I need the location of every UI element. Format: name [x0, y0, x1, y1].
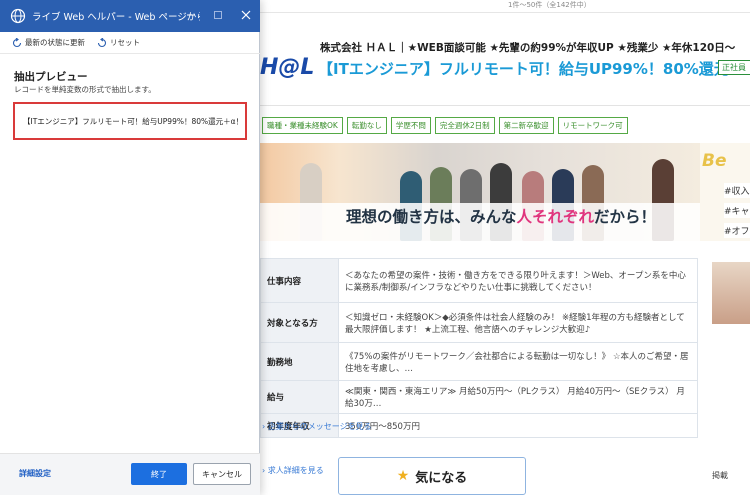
minimize-icon	[187, 14, 195, 16]
advanced-settings-link[interactable]: 詳細設定	[19, 468, 51, 479]
detail-value: 《75%の案件がリモートワーク／会社都合による転勤は一切なし！》 ☆本人のご希望…	[338, 342, 698, 381]
side-banner-word: Be	[702, 151, 727, 171]
job-tag: 学歴不問	[390, 117, 431, 134]
employment-badge: 正社員	[718, 60, 750, 75]
right-bottom-text: 掲載	[712, 471, 728, 480]
dialog-titlebar[interactable]: ライブ Web ヘルパー - Web ページからデータを...	[0, 0, 260, 32]
finish-button[interactable]: 終了	[131, 463, 187, 485]
refresh-icon	[12, 37, 22, 47]
table-row: 対象となる方 ＜知識ゼロ・未経験OK＞◆必須条件は社会人経験のみ！ ※経験1年程…	[260, 302, 698, 343]
minimize-button[interactable]	[184, 8, 198, 22]
job-tag: 転勤なし	[346, 117, 387, 134]
detail-label: 仕事内容	[260, 258, 339, 303]
extraction-preview-box[interactable]: 【ITエンジニア】フルリモート可！給与UP99%！80%還元＋α！	[13, 102, 247, 140]
dialog-title: ライブ Web ヘルパー - Web ページからデータを...	[32, 12, 200, 23]
detail-value: 350万円～850万円	[338, 413, 698, 438]
favorite-label: 気になる	[415, 470, 468, 486]
detail-value: ＜あなたの希望の案件・技術・働き方をできる限り叶えます！＞Web、オープン系を中…	[338, 258, 698, 303]
dialog-footer: 詳細設定 終了 キャンセル	[0, 453, 260, 495]
extracted-value: 【ITエンジニア】フルリモート可！給与UP99%！80%還元＋α！	[23, 117, 244, 126]
table-row: 勤務地 《75%の案件がリモートワーク／会社都合による転勤は一切なし！》 ☆本人…	[260, 342, 698, 381]
detail-value: ＜知識ゼロ・未経験OK＞◆必須条件は社会人経験のみ！ ※経験1年程の方も経験者と…	[338, 302, 698, 343]
top-divider	[260, 12, 750, 13]
refresh-button[interactable]: 最新の状態に更新	[8, 37, 89, 48]
side-thumbnail[interactable]	[712, 262, 750, 324]
job-tag: 第二新卒歓迎	[498, 117, 554, 134]
company-message-link[interactable]: › 企業からのメッセージを見る	[262, 421, 372, 432]
maximize-button[interactable]	[211, 8, 225, 22]
side-banner-item: #オフ	[724, 223, 750, 238]
favorite-button[interactable]: ★ 気になる	[338, 457, 526, 495]
job-tag: 完全週休2日制	[434, 117, 495, 134]
cancel-button[interactable]: キャンセル	[193, 463, 251, 485]
company-line[interactable]: 株式会社 ＨＡＬ｜★WEB面談可能 ★先輩の約99%が年収UP ★残業少 ★年休…	[320, 40, 735, 55]
banner-image[interactable]: 理想の働き方は、みんな人それぞれだから！	[260, 143, 700, 241]
company-logo: H@L	[260, 55, 315, 80]
job-detail-link[interactable]: › 求人詳細を見る	[262, 465, 324, 476]
reset-icon	[97, 37, 107, 47]
preview-section-title: 抽出プレビュー	[14, 71, 88, 83]
table-row: 仕事内容 ＜あなたの希望の案件・技術・働き方をできる限り叶えます！＞Web、オー…	[260, 258, 698, 303]
detail-label: 勤務地	[260, 342, 339, 381]
side-banner-item: #キャ	[724, 203, 750, 218]
detail-label: 対象となる方	[260, 302, 339, 343]
job-title-link[interactable]: 【ITエンジニア】フルリモート可！給与UP99%！80%還元＋α！	[318, 58, 750, 79]
result-count: 1件～50件（全142件中）	[508, 1, 591, 9]
job-details-table: 仕事内容 ＜あなたの希望の案件・技術・働き方をできる限り叶えます！＞Web、オー…	[260, 258, 698, 438]
job-tag: リモートワーク可	[557, 117, 628, 134]
detail-value: ≪関東・関西・東海エリア≫ 月給50万円～（PLクラス） 月給40万円～（SEク…	[338, 380, 698, 414]
job-tag: 職種・業種未経験OK	[262, 117, 343, 134]
globe-icon	[10, 8, 26, 24]
side-banner: Be #収入 #キャ #オフ	[700, 143, 750, 241]
close-icon	[241, 10, 251, 20]
job-tags: 職種・業種未経験OK 転勤なし 学歴不問 完全週休2日制 第二新卒歓迎 リモート…	[262, 117, 628, 134]
side-banner-item: #収入	[724, 183, 750, 198]
reset-button[interactable]: リセット	[93, 37, 144, 48]
close-button[interactable]	[239, 8, 253, 22]
live-web-helper-dialog: ライブ Web ヘルパー - Web ページからデータを... 最新の状態に更新…	[0, 0, 260, 495]
table-row: 給与 ≪関東・関西・東海エリア≫ 月給50万円～（PLクラス） 月給40万円～（…	[260, 380, 698, 414]
section-divider	[260, 105, 750, 106]
banner-slogan: 理想の働き方は、みんな人それぞれだから！	[346, 208, 657, 226]
refresh-label: 最新の状態に更新	[25, 38, 85, 47]
detail-label: 給与	[260, 380, 339, 414]
dialog-toolbar: 最新の状態に更新 リセット	[0, 32, 260, 54]
preview-section-description: レコードを単純変数の形式で抽出します。	[14, 85, 156, 94]
star-icon: ★	[396, 468, 410, 484]
maximize-icon	[214, 11, 222, 19]
reset-label: リセット	[110, 38, 140, 47]
